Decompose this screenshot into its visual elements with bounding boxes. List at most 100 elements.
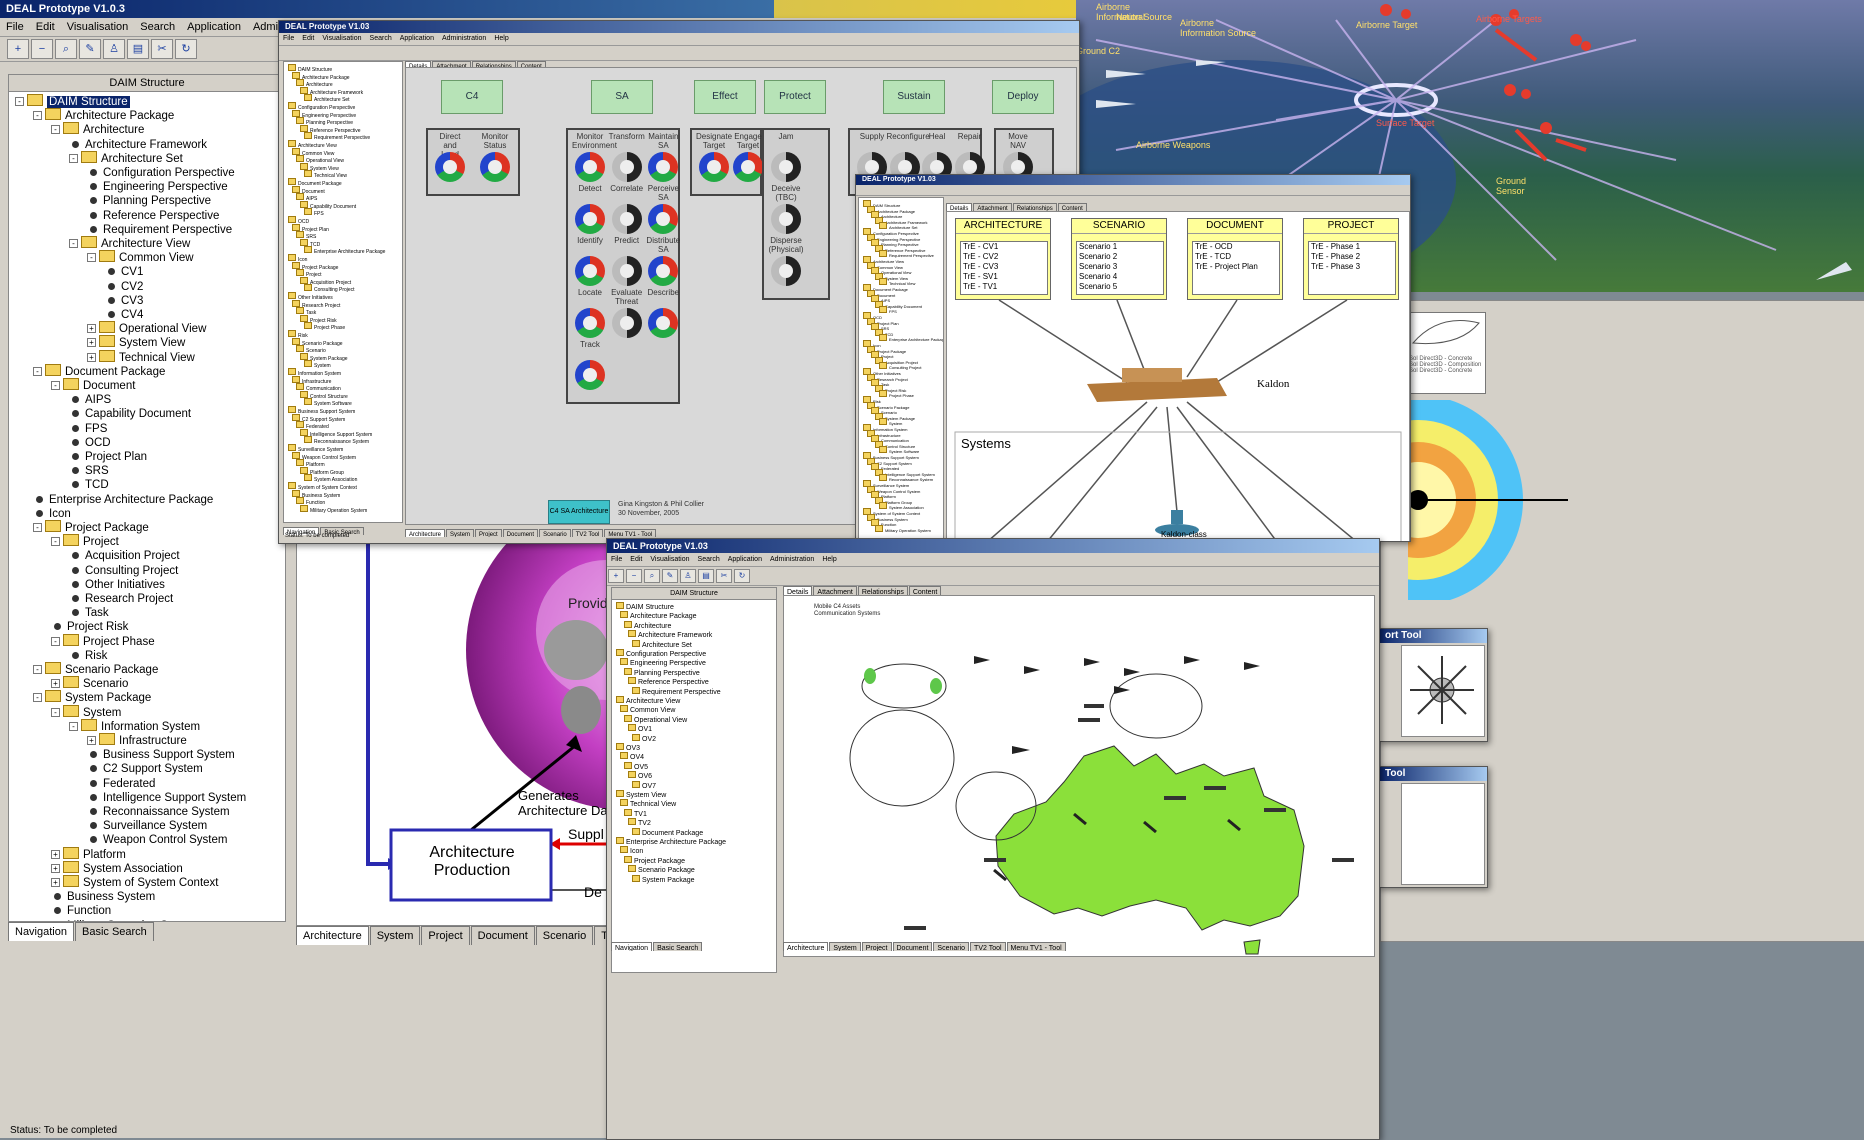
tab-relationships[interactable]: Relationships <box>858 586 908 595</box>
tab-navigation[interactable]: Navigation <box>611 942 652 951</box>
tab-navigation[interactable]: Navigation <box>8 922 74 941</box>
tab-document[interactable]: Document <box>893 942 933 951</box>
expand-icon[interactable]: + <box>87 338 96 347</box>
menu-edit[interactable]: Edit <box>30 21 61 33</box>
search-button[interactable]: ⌕ <box>55 39 77 59</box>
expand-icon[interactable]: + <box>51 878 60 887</box>
menu-visualisation[interactable]: Visualisation <box>61 21 135 33</box>
expand-icon[interactable]: + <box>87 353 96 362</box>
collapse-icon[interactable]: - <box>51 708 60 717</box>
menu-edit[interactable]: Edit <box>298 35 318 42</box>
tree-item[interactable]: Architecture Set <box>632 640 692 649</box>
tree-item[interactable]: Architecture View <box>616 696 680 705</box>
menu-search[interactable]: Search <box>134 21 181 33</box>
collapse-icon[interactable]: - <box>33 693 42 702</box>
tab-system[interactable]: System <box>829 942 860 951</box>
tree-item[interactable]: Configuration Perspective <box>616 649 706 658</box>
c4-node-deploy[interactable]: Deploy <box>992 80 1054 114</box>
tree-item[interactable]: Project Package <box>624 856 685 865</box>
c4-function-icon[interactable] <box>575 256 605 286</box>
c4-function-icon[interactable] <box>575 204 605 234</box>
menu-help[interactable]: Help <box>818 556 840 563</box>
collapse-icon[interactable]: - <box>33 523 42 532</box>
tab-attachment[interactable]: Attachment <box>813 586 856 595</box>
collapse-icon[interactable]: - <box>51 537 60 546</box>
tree-item[interactable]: OV5 <box>624 762 648 771</box>
c4-node-protect[interactable]: Protect <box>764 80 826 114</box>
tab-menu-tv1-tool[interactable]: Menu TV1 - Tool <box>604 529 656 537</box>
tab-content[interactable]: Content <box>1058 203 1087 211</box>
tools-button[interactable]: ✂ <box>716 569 732 583</box>
c4-node-sa[interactable]: SA <box>591 80 653 114</box>
person-button[interactable]: ♙ <box>103 39 125 59</box>
tree-item[interactable]: System View <box>616 790 666 799</box>
tree-item[interactable]: OV1 <box>628 724 652 733</box>
c4-node-c4[interactable]: C4 <box>441 80 503 114</box>
expand-icon[interactable]: + <box>87 324 96 333</box>
tab-details[interactable]: Details <box>946 203 972 211</box>
tab-project[interactable]: Project <box>862 942 892 951</box>
tab-menu-tv1-tool[interactable]: Menu TV1 - Tool <box>1007 942 1066 951</box>
c4-function-icon[interactable] <box>771 256 801 286</box>
c4-function-icon[interactable] <box>612 308 642 338</box>
tab-system[interactable]: System <box>446 529 474 537</box>
tab-tv2-tool[interactable]: TV2 Tool <box>572 529 604 537</box>
tree-item[interactable]: OV4 <box>620 752 644 761</box>
tree-item[interactable]: Architecture Package <box>620 611 697 620</box>
collapse-icon[interactable]: - <box>33 665 42 674</box>
expand-icon[interactable]: + <box>87 736 96 745</box>
minus-button[interactable]: − <box>626 569 642 583</box>
tree-item[interactable]: Scenario Package <box>628 865 695 874</box>
tree-item[interactable]: Requirement Perspective <box>632 687 721 696</box>
pen-button[interactable]: ✎ <box>662 569 678 583</box>
c4-function-icon[interactable] <box>771 204 801 234</box>
minus-button[interactable]: − <box>31 39 53 59</box>
tree-item[interactable]: TV2 <box>628 818 651 827</box>
pen-button[interactable]: ✎ <box>79 39 101 59</box>
menu-visualisation[interactable]: Visualisation <box>646 556 693 563</box>
tree-item[interactable]: Engineering Perspective <box>620 658 706 667</box>
tree-item[interactable]: TV1 <box>624 809 647 818</box>
collapse-icon[interactable]: - <box>51 125 60 134</box>
tab-content[interactable]: Content <box>909 586 942 595</box>
tab-basic-search[interactable]: Basic Search <box>653 942 702 951</box>
collapse-icon[interactable]: - <box>69 154 78 163</box>
tab-architecture[interactable]: Architecture <box>783 942 828 951</box>
c4-node-effect[interactable]: Effect <box>694 80 756 114</box>
tree-item[interactable]: Reference Perspective <box>628 677 709 686</box>
new-button[interactable]: + <box>608 569 624 583</box>
menu-application[interactable]: Application <box>181 21 247 33</box>
tree-item[interactable]: OV7 <box>632 781 656 790</box>
c4-function-icon[interactable] <box>699 152 729 182</box>
collapse-icon[interactable]: - <box>87 253 96 262</box>
menu-administration[interactable]: Administration <box>438 35 490 42</box>
tree-item[interactable]: Enterprise Architecture Package <box>304 246 385 255</box>
person-button[interactable]: ♙ <box>680 569 696 583</box>
tab-attachment[interactable]: Attachment <box>973 203 1011 211</box>
menu-search[interactable]: Search <box>694 556 724 563</box>
refresh-button[interactable]: ↻ <box>734 569 750 583</box>
collapse-icon[interactable]: - <box>33 367 42 376</box>
menu-file[interactable]: File <box>607 556 626 563</box>
c4-function-icon[interactable] <box>575 360 605 390</box>
tab-relationships[interactable]: Relationships <box>1013 203 1057 211</box>
c4-function-icon[interactable] <box>612 256 642 286</box>
tools-button[interactable]: ✂ <box>151 39 173 59</box>
tab-scenario[interactable]: Scenario <box>933 942 969 951</box>
menu-file[interactable]: File <box>279 35 298 42</box>
tree-item[interactable]: OV3 <box>616 743 640 752</box>
tree-item[interactable]: Common View <box>620 705 675 714</box>
collapse-icon[interactable]: - <box>15 97 24 106</box>
tree-item[interactable]: Project Phase <box>304 322 345 331</box>
menu-search[interactable]: Search <box>366 35 396 42</box>
tree-item[interactable]: Enterprise Architecture Package <box>879 334 944 343</box>
menu-visualisation[interactable]: Visualisation <box>318 35 365 42</box>
c4-sa-architecture-button[interactable]: C4 SA Architecture <box>548 500 610 524</box>
c4-function-icon[interactable] <box>435 152 465 182</box>
collapse-icon[interactable]: - <box>51 381 60 390</box>
folder-button[interactable]: ▤ <box>127 39 149 59</box>
menu-application[interactable]: Application <box>396 35 438 42</box>
tab-scenario[interactable]: Scenario <box>539 529 571 537</box>
tree-item[interactable]: DAIM Structure <box>616 602 674 611</box>
tree-item[interactable]: Military Operation System <box>300 505 367 514</box>
